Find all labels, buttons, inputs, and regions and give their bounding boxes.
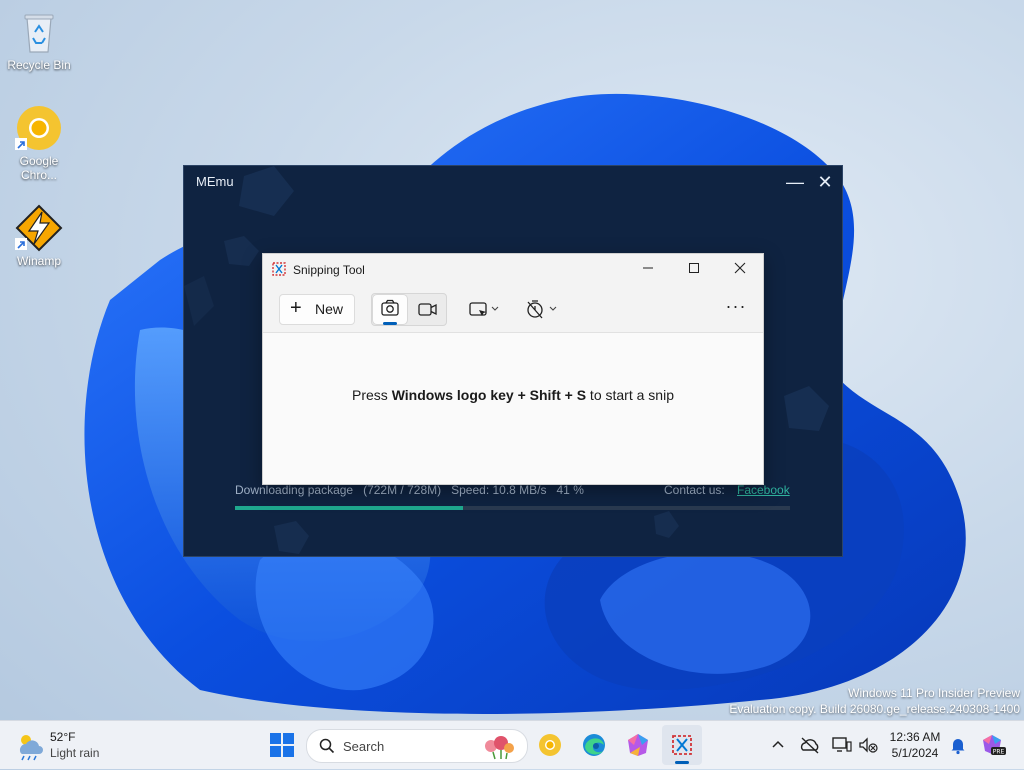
snipping-tool-app-icon: [272, 262, 286, 276]
snip-shape-dropdown[interactable]: [467, 296, 501, 322]
more-options-button[interactable]: ···: [721, 296, 751, 322]
minimize-icon: [643, 267, 653, 269]
bell-icon: [951, 739, 965, 755]
taskbar-snipping-tool[interactable]: [662, 725, 702, 765]
recycle-bin-label: Recycle Bin: [7, 58, 71, 72]
taskbar-chrome-canary[interactable]: [530, 725, 570, 765]
taskbar-search-box[interactable]: Search: [306, 729, 528, 763]
desktop-icon-winamp[interactable]: Winamp: [3, 204, 75, 268]
volume-tray-icon[interactable]: [856, 733, 880, 757]
search-highlight-flowers-icon: [485, 736, 514, 760]
network-tray-icon[interactable]: [830, 733, 854, 757]
camera-icon: [381, 299, 399, 316]
search-icon: [319, 738, 335, 754]
snip-hint-suffix: to start a snip: [586, 387, 674, 403]
snip-hint-prefix: Press: [352, 387, 392, 403]
cloud-off-icon: [800, 737, 819, 754]
snipping-tool-title: Snipping Tool: [293, 263, 365, 277]
download-progress-fill: [235, 506, 463, 510]
rectangle-snip-icon: [469, 302, 499, 316]
desktop-icon-recycle-bin[interactable]: Recycle Bin: [3, 8, 75, 72]
recycle-bin-icon: [15, 8, 63, 56]
snip-minimize-button[interactable]: [625, 254, 671, 284]
chrome-canary-icon: [15, 104, 63, 152]
running-indicator: [675, 761, 689, 764]
memu-close-button[interactable]: ✕: [812, 170, 838, 194]
weather-temperature: 52°F: [50, 730, 76, 744]
chevron-up-icon: [772, 740, 784, 748]
onedrive-tray-icon[interactable]: [798, 733, 822, 757]
close-icon: [734, 262, 746, 274]
taskbar-edge[interactable]: [574, 725, 614, 765]
snip-maximize-button[interactable]: [671, 254, 717, 284]
watermark-line-2: Evaluation copy. Build 26080.ge_release.…: [729, 702, 1020, 716]
memu-title: MEmu: [196, 174, 234, 189]
snip-close-button[interactable]: [717, 254, 763, 284]
download-status-text: Downloading package (722M / 728M) Speed:…: [235, 483, 584, 497]
snipping-tool-window: Snipping Tool + New ··· Press Windows lo…: [262, 253, 764, 485]
notifications-button[interactable]: [946, 733, 970, 757]
rain-cloud-icon: [19, 735, 43, 761]
svg-text:PRE: PRE: [993, 749, 1005, 756]
new-snip-button[interactable]: + New: [279, 294, 355, 325]
snip-delay-dropdown[interactable]: [523, 296, 559, 322]
windows-logo-icon: [270, 733, 294, 757]
memu-minimize-button[interactable]: —: [782, 170, 808, 194]
weather-condition: Light rain: [50, 746, 100, 760]
close-icon: ✕: [817, 172, 833, 192]
snipping-tool-icon: [672, 735, 692, 755]
download-progress-bar: [235, 506, 790, 510]
watermark-line-1: Windows 11 Pro Insider Preview: [848, 686, 1020, 700]
weather-widget[interactable]: 52°F Light rain: [14, 727, 134, 763]
snip-hint-shortcut: Windows logo key + Shift + S: [391, 387, 587, 403]
taskbar-clock[interactable]: 12:36 AM 5/1/2024: [880, 729, 950, 761]
winamp-icon: [15, 204, 63, 252]
snip-mode-screenshot[interactable]: [373, 295, 407, 325]
video-camera-icon: [418, 303, 437, 316]
clock-time: 12:36 AM: [889, 730, 941, 744]
snip-instruction-text: Press Windows logo key + Shift + S to st…: [263, 387, 763, 403]
copilot-pre-icon: PRE: [983, 735, 1006, 756]
snipping-tool-titlebar[interactable]: Snipping Tool: [263, 254, 763, 284]
contact-label: Contact us:: [664, 483, 725, 497]
taskbar-copilot[interactable]: [618, 725, 658, 765]
start-button[interactable]: [262, 725, 302, 765]
clock-date: 5/1/2024: [891, 746, 939, 760]
desktop-icon-google-chrome[interactable]: Google Chro...: [3, 104, 75, 182]
show-hidden-icons-button[interactable]: [766, 733, 790, 757]
maximize-icon: [689, 263, 699, 273]
edge-icon: [583, 734, 605, 756]
monitor-network-icon: [832, 737, 852, 752]
facebook-link[interactable]: Facebook: [737, 483, 790, 497]
snip-mode-record[interactable]: [410, 295, 444, 324]
active-mode-indicator: [383, 322, 397, 325]
winamp-label: Winamp: [16, 254, 61, 268]
new-snip-label: New: [315, 301, 344, 317]
plus-icon: +: [290, 297, 302, 319]
minimize-icon: —: [786, 172, 804, 192]
timer-off-icon: [527, 300, 557, 319]
more-icon: ···: [725, 296, 747, 316]
taskbar: 52°F Light rain Search 12:36 AM 5/1/2024…: [0, 720, 1024, 769]
copilot-icon: [628, 734, 648, 756]
snipping-tool-canvas: Press Windows logo key + Shift + S to st…: [263, 333, 763, 484]
copilot-preview-button[interactable]: PRE: [980, 733, 1006, 757]
chrome-canary-icon: [539, 734, 561, 756]
google-chrome-label: Google Chro...: [19, 154, 59, 182]
snipping-tool-toolbar: + New ···: [263, 284, 763, 333]
search-label: Search: [343, 739, 385, 754]
volume-muted-icon: [859, 737, 878, 753]
capture-mode-toggle: [371, 293, 447, 326]
